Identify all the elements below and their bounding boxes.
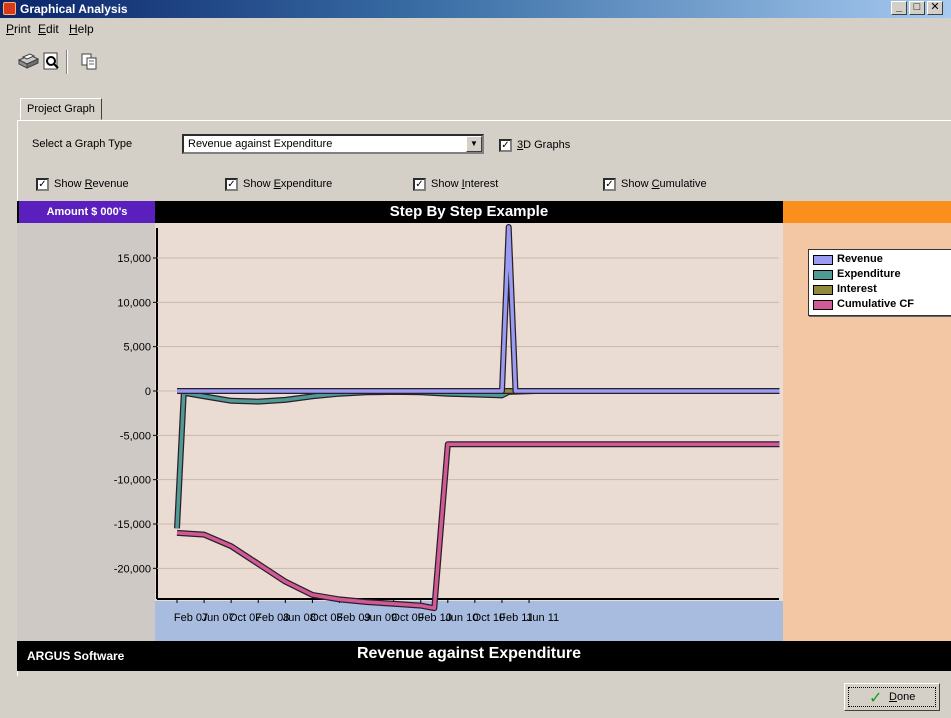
legend-label-expenditure: Expenditure [837, 268, 901, 280]
series-expenditure-line [175, 389, 780, 529]
checkmark-icon: ✓ [869, 690, 883, 707]
series-revenue-line [177, 225, 780, 393]
tab-strip: Project Graph [0, 98, 951, 120]
menu-print[interactable]: Print [6, 22, 31, 36]
tab-project-graph[interactable]: Project Graph [20, 98, 102, 120]
show-expenditure-label: Show Expenditure [243, 178, 333, 190]
app-icon [3, 2, 16, 15]
show-expenditure-checkbox[interactable]: ✓ [225, 178, 238, 191]
series-cumulative-line [176, 442, 780, 610]
legend-label-cumulative: Cumulative CF [837, 298, 915, 310]
graph-type-value: Revenue against Expenditure [188, 138, 333, 150]
chart-footer: ARGUS Software Revenue against Expenditu… [17, 641, 951, 671]
y-tick-label: -10,000 [114, 475, 151, 487]
copy-icon[interactable] [78, 50, 102, 72]
menu-edit[interactable]: Edit [38, 22, 59, 36]
legend-swatch-interest [813, 285, 833, 295]
show-interest-checkbox[interactable]: ✓ [413, 178, 426, 191]
legend-swatch-expenditure [813, 270, 833, 280]
chart-area: Amount $ 000's Step By Step Example 15,0… [17, 201, 951, 671]
x-tick-label: Jun 11 [527, 612, 559, 624]
legend-label-revenue: Revenue [837, 253, 883, 265]
show-interest-label: Show Interest [431, 178, 499, 190]
graph-type-select[interactable]: Revenue against Expenditure ▼ [182, 134, 484, 154]
show-cumulative-checkbox[interactable]: ✓ [603, 178, 616, 191]
title-bar: Graphical Analysis _ □ ✕ [0, 0, 951, 18]
graphs-3d-checkbox[interactable]: ✓ [499, 139, 512, 152]
toolbar-separator [66, 50, 68, 74]
legend-label-interest: Interest [837, 283, 877, 295]
show-revenue-checkbox[interactable]: ✓ [36, 178, 49, 191]
y-tick-label: -20,000 [114, 563, 151, 575]
y-tick-label: 15,000 [117, 253, 151, 265]
chevron-down-icon[interactable]: ▼ [466, 136, 482, 152]
series-expenditure-line-outline [174, 388, 780, 529]
show-cumulative-label: Show Cumulative [621, 178, 707, 190]
graph-type-label: Select a Graph Type [32, 138, 133, 150]
series-cumulative-line-outline [176, 441, 780, 612]
menu-bar: Print Edit Help [0, 20, 951, 38]
y-tick-label: 5,000 [123, 342, 151, 354]
footer-title: Revenue against Expenditure [356, 645, 582, 662]
printer-icon[interactable] [16, 50, 40, 72]
y-tick-label: -5,000 [120, 430, 151, 442]
close-button[interactable]: ✕ [927, 1, 943, 15]
show-revenue-label: Show Revenue [54, 178, 129, 190]
graphs-3d-label: 3D Graphs [517, 139, 571, 151]
series-revenue-line-outline [177, 224, 780, 394]
brand-label: ARGUS Software [27, 649, 125, 663]
window-title: Graphical Analysis [20, 2, 128, 16]
done-label: Done [889, 691, 916, 703]
y-tick-label: -15,000 [114, 519, 151, 531]
y-tick-label: 10,000 [117, 297, 151, 309]
maximize-button[interactable]: □ [909, 1, 925, 15]
y-tick-label: 0 [145, 386, 151, 398]
menu-help[interactable]: Help [69, 22, 94, 36]
done-button[interactable]: ✓ Done [844, 683, 940, 711]
chart-legend: Revenue Expenditure Interest Cumulative … [808, 249, 951, 316]
minimize-button[interactable]: _ [891, 1, 907, 15]
print-preview-icon[interactable] [40, 50, 64, 72]
legend-swatch-cumulative [813, 300, 833, 310]
legend-swatch-revenue [813, 255, 833, 265]
toolbar [0, 40, 951, 84]
